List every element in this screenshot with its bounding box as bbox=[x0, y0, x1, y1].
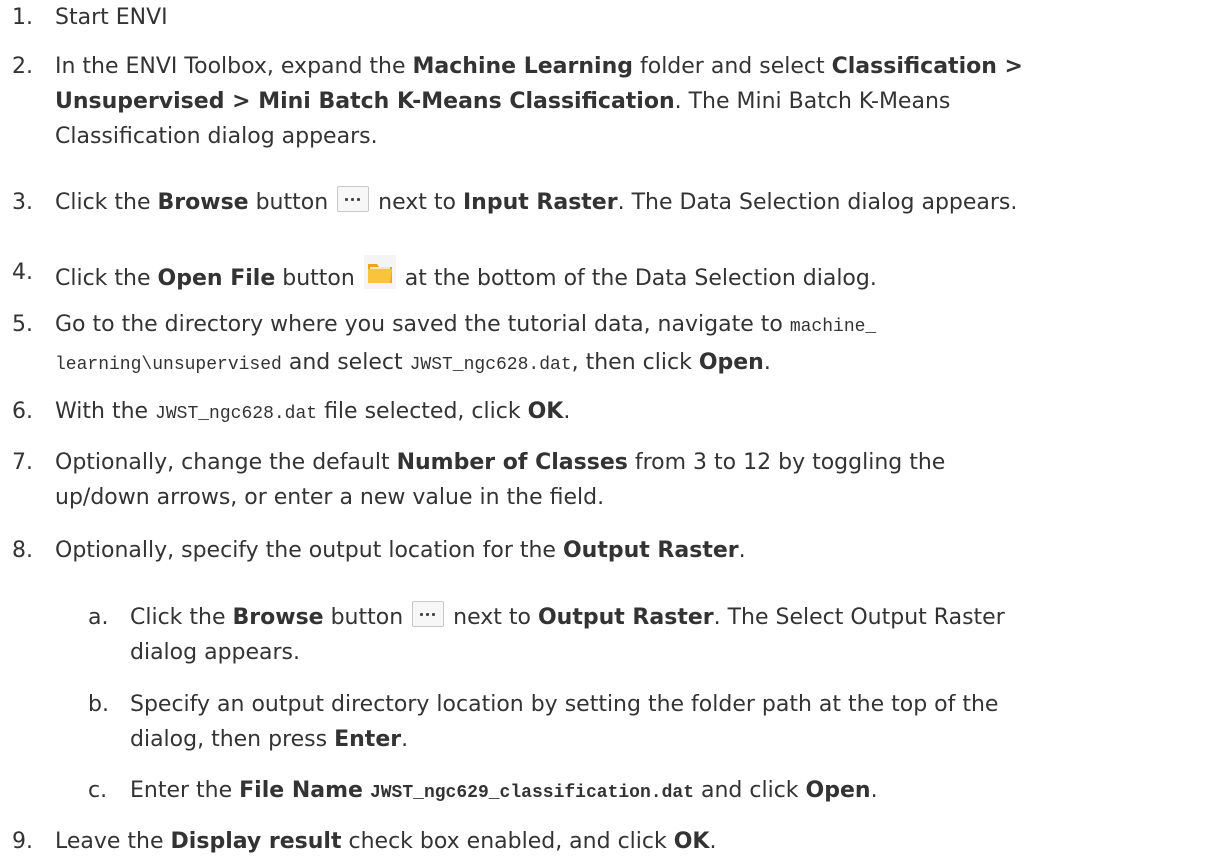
step-text: and select bbox=[281, 350, 410, 375]
step-text: . bbox=[763, 350, 771, 375]
ui-term-browse: Browse bbox=[157, 190, 249, 215]
step-text: Enter the bbox=[130, 778, 240, 803]
ui-term-input-raster: Input Raster bbox=[462, 190, 618, 215]
step-text: button bbox=[275, 266, 362, 291]
step-number: 4. bbox=[12, 260, 33, 285]
ui-term-display-result: Display result bbox=[170, 829, 342, 854]
ui-term-browse: Browse bbox=[232, 605, 324, 630]
instruction-document: 1. Start ENVI 2. In the ENVI Toolbox, ex… bbox=[0, 0, 1230, 854]
ui-term-number-of-classes: Number of Classes bbox=[396, 450, 628, 475]
step-number: 9. bbox=[12, 829, 33, 854]
ui-term-ok: OK bbox=[673, 829, 710, 854]
step-9: 9. Leave the Display result check box en… bbox=[12, 824, 1218, 859]
step-text: next to bbox=[371, 190, 463, 215]
step-text: file selected, click bbox=[317, 399, 528, 424]
ui-term-open: Open bbox=[805, 778, 871, 803]
step-text bbox=[363, 778, 370, 803]
step-number: 3. bbox=[12, 190, 33, 215]
step-text: Start ENVI bbox=[55, 5, 168, 30]
step-text: . The Data Selection dialog appears. bbox=[617, 190, 1018, 215]
step-text: next to bbox=[446, 605, 538, 630]
folder-icon bbox=[363, 255, 396, 289]
step-text: Leave the bbox=[55, 829, 171, 854]
step-text: at the bottom of the Data Selection dial… bbox=[397, 266, 877, 291]
step-number: 6. bbox=[12, 399, 33, 424]
step-text: Optionally, change the default bbox=[55, 450, 397, 475]
step-text: Click the bbox=[55, 190, 158, 215]
step-text: . The Select Output Raster bbox=[713, 605, 1005, 630]
step-text: Go to the directory where you saved the … bbox=[55, 312, 790, 337]
step-8c: c. Enter the File Name JWST_ngc629_class… bbox=[12, 773, 1218, 811]
step-6: 6. With the JWST_ngc628.dat file selecte… bbox=[12, 394, 1218, 432]
step-text: . bbox=[870, 778, 878, 803]
ui-term-ok: OK bbox=[527, 399, 564, 424]
step-number: 5. bbox=[12, 312, 33, 337]
ui-term-machine-learning: Machine Learning bbox=[412, 54, 633, 79]
step-8b: b. Specify an output directory location … bbox=[12, 687, 1218, 757]
code-filename: JWST_ngc629_classification.dat bbox=[369, 783, 694, 803]
step-text: folder and select bbox=[633, 54, 832, 79]
ui-term-enter: Enter bbox=[334, 727, 402, 752]
step-text: . The Mini Batch K-Means bbox=[674, 89, 951, 114]
step-text: . bbox=[738, 538, 746, 563]
step-number: 2. bbox=[12, 54, 33, 79]
step-text: With the bbox=[55, 399, 156, 424]
code-path: machine_ bbox=[789, 317, 877, 337]
step-2: 2. In the ENVI Toolbox, expand the Machi… bbox=[12, 49, 1218, 154]
step-text: from 3 to 12 by toggling the bbox=[627, 450, 946, 475]
ui-term-open-file: Open File bbox=[157, 266, 276, 291]
step-number: c. bbox=[88, 778, 108, 803]
step-5: 5. Go to the directory where you saved t… bbox=[12, 307, 1218, 383]
step-text: . bbox=[563, 399, 571, 424]
step-text: , then click bbox=[571, 350, 699, 375]
step-number: a. bbox=[88, 605, 109, 630]
ui-term-classification: Classification > bbox=[831, 54, 1023, 79]
step-7: 7. Optionally, change the default Number… bbox=[12, 445, 1218, 515]
code-filename: JWST_ngc628.dat bbox=[155, 404, 318, 424]
step-text: and click bbox=[694, 778, 806, 803]
step-8: 8. Optionally, specify the output locati… bbox=[12, 533, 1218, 568]
ellipsis-button-icon bbox=[337, 186, 370, 212]
step-text: button bbox=[248, 190, 336, 215]
ui-term-unsupervised-path: Unsupervised > Mini Batch K-Means Classi… bbox=[55, 89, 675, 114]
step-text: Click the bbox=[130, 605, 233, 630]
step-text: dialog appears. bbox=[130, 640, 301, 665]
step-text: Specify an output directory location by … bbox=[130, 692, 999, 717]
step-text: up/down arrows, or enter a new value in … bbox=[55, 485, 605, 510]
step-text: In the ENVI Toolbox, expand the bbox=[55, 54, 413, 79]
step-text: Classification dialog appears. bbox=[55, 124, 378, 149]
step-text: button bbox=[323, 605, 411, 630]
step-text: dialog, then press bbox=[130, 727, 335, 752]
step-1: 1. Start ENVI bbox=[12, 0, 1218, 35]
step-8a: a. Click the Browse button next to Outpu… bbox=[12, 600, 1218, 670]
step-number: 1. bbox=[12, 5, 33, 30]
step-4: 4. Click the Open File button at the bot… bbox=[12, 255, 1218, 296]
step-number: b. bbox=[88, 692, 109, 717]
step-text: check box enabled, and click bbox=[341, 829, 674, 854]
code-path: learning\unsupervised bbox=[55, 355, 282, 375]
ui-term-output-raster: Output Raster bbox=[562, 538, 739, 563]
step-3: 3. Click the Browse button next to Input… bbox=[12, 185, 1218, 220]
step-number: 8. bbox=[12, 538, 33, 563]
step-number: 7. bbox=[12, 450, 33, 475]
ellipsis-button-icon bbox=[412, 601, 445, 627]
step-text: Click the bbox=[55, 266, 158, 291]
ui-term-file-name: File Name bbox=[239, 778, 363, 803]
ui-term-open: Open bbox=[698, 350, 764, 375]
code-filename: JWST_ngc628.dat bbox=[409, 355, 572, 375]
step-text: Optionally, specify the output location … bbox=[55, 538, 563, 563]
step-text: . bbox=[401, 727, 409, 752]
step-text: . bbox=[709, 829, 717, 854]
ui-term-output-raster: Output Raster bbox=[537, 605, 714, 630]
